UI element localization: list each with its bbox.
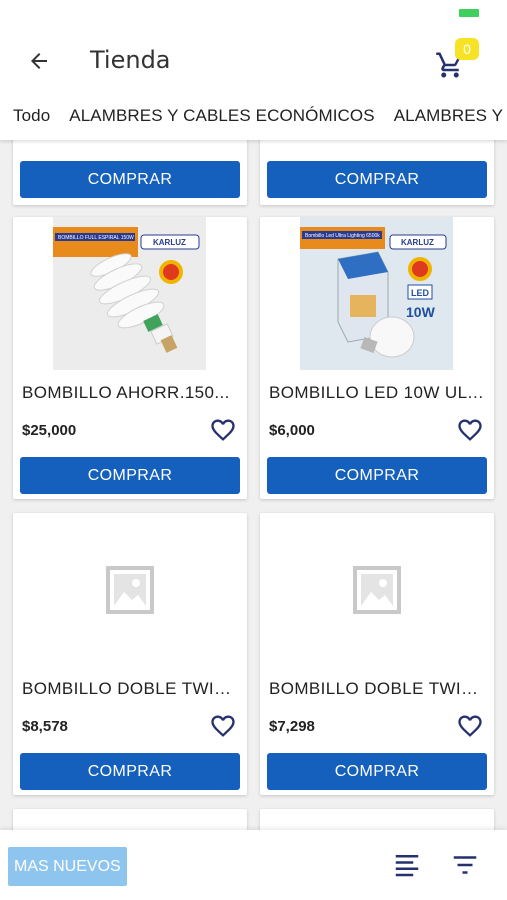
text-align-icon: [395, 855, 419, 877]
product-image[interactable]: Bombillo Led Ultra Lighting 6500k KARLUZ…: [300, 217, 453, 370]
placeholder-image-icon: [105, 565, 154, 614]
bottom-bar: MAS NUEVOS: [0, 830, 507, 900]
product-card: BOMBILLO FULL ESPIRAL 150W KARLUZ BOMBIL…: [13, 217, 247, 499]
buy-button[interactable]: COMPRAR: [267, 457, 487, 494]
arrow-left-icon: [31, 53, 47, 69]
list-view-button[interactable]: [392, 850, 422, 880]
product-banner-text: Bombillo Led Ultra Lighting 6500k: [305, 233, 380, 239]
product-price: $7,298: [269, 718, 315, 735]
product-name[interactable]: BOMBILLO AHORR.150...: [22, 383, 240, 403]
placeholder-image-icon: [352, 565, 401, 614]
status-bar: [0, 0, 507, 24]
product-price: $8,578: [22, 718, 68, 735]
sort-newest-button[interactable]: MAS NUEVOS: [8, 847, 127, 886]
product-name[interactable]: BOMBILLO DOBLE TWIN...: [269, 679, 487, 699]
heart-outline-icon: [458, 715, 482, 737]
product-price: $25,000: [22, 422, 77, 439]
filter-icon: [453, 856, 477, 874]
product-card: COMPRAR: [260, 140, 494, 205]
product-wattage-text: 10W: [406, 304, 436, 320]
product-card: BOMBILLO DOBLE TWIN... $7,298 COMPRAR: [260, 513, 494, 795]
buy-button[interactable]: COMPRAR: [20, 161, 240, 198]
battery-icon: [459, 9, 479, 17]
product-card: BOMBILLO DOBLE TWIN... $8,578 COMPRAR: [13, 513, 247, 795]
buy-button[interactable]: COMPRAR: [20, 457, 240, 494]
product-card: [13, 809, 247, 830]
buy-button[interactable]: COMPRAR: [267, 161, 487, 198]
filter-button[interactable]: [450, 850, 480, 880]
category-tabs: Todo ALAMBRES Y CABLES ECONÓMICOS ALAMBRES…: [0, 96, 507, 140]
product-brand-text: KARLUZ: [153, 238, 186, 247]
product-name[interactable]: BOMBILLO LED 10W UL ...: [269, 383, 487, 403]
back-button[interactable]: [22, 44, 56, 78]
app-bar: Tienda 0: [0, 24, 507, 96]
product-led-text: LED: [411, 288, 430, 298]
product-image[interactable]: [300, 513, 453, 666]
product-grid: COMPRAR COMPRAR BOMBILLO FULL ESPIRAL 15…: [0, 140, 507, 830]
heart-outline-icon: [211, 715, 235, 737]
buy-button[interactable]: COMPRAR: [267, 753, 487, 790]
spiral-bulb-image: BOMBILLO FULL ESPIRAL 150W KARLUZ: [53, 217, 206, 370]
heart-outline-icon: [211, 419, 235, 441]
cart-count-badge: 0: [455, 38, 479, 60]
product-name[interactable]: BOMBILLO DOBLE TWIN...: [22, 679, 240, 699]
tab-alambres-economicos[interactable]: ALAMBRES Y CABLES ECONÓMICOS: [59, 96, 383, 140]
cart-button[interactable]: 0: [435, 38, 485, 82]
product-banner-text: BOMBILLO FULL ESPIRAL 150W: [58, 235, 134, 241]
tab-todo[interactable]: Todo: [0, 96, 59, 140]
favorite-button[interactable]: [456, 416, 484, 444]
heart-outline-icon: [458, 419, 482, 441]
product-card: Bombillo Led Ultra Lighting 6500k KARLUZ…: [260, 217, 494, 499]
product-card: COMPRAR: [13, 140, 247, 205]
page-title: Tienda: [90, 46, 171, 74]
buy-button[interactable]: COMPRAR: [20, 753, 240, 790]
favorite-button[interactable]: [209, 712, 237, 740]
product-image[interactable]: BOMBILLO FULL ESPIRAL 150W KARLUZ: [53, 217, 206, 370]
favorite-button[interactable]: [456, 712, 484, 740]
product-card: [260, 809, 494, 830]
product-image[interactable]: [53, 513, 206, 666]
product-brand-text: KARLUZ: [401, 238, 434, 247]
product-price: $6,000: [269, 422, 315, 439]
tab-alambres-cables[interactable]: ALAMBRES Y CABLES: [384, 96, 507, 140]
favorite-button[interactable]: [209, 416, 237, 444]
led-bulb-image: Bombillo Led Ultra Lighting 6500k KARLUZ…: [300, 217, 453, 370]
